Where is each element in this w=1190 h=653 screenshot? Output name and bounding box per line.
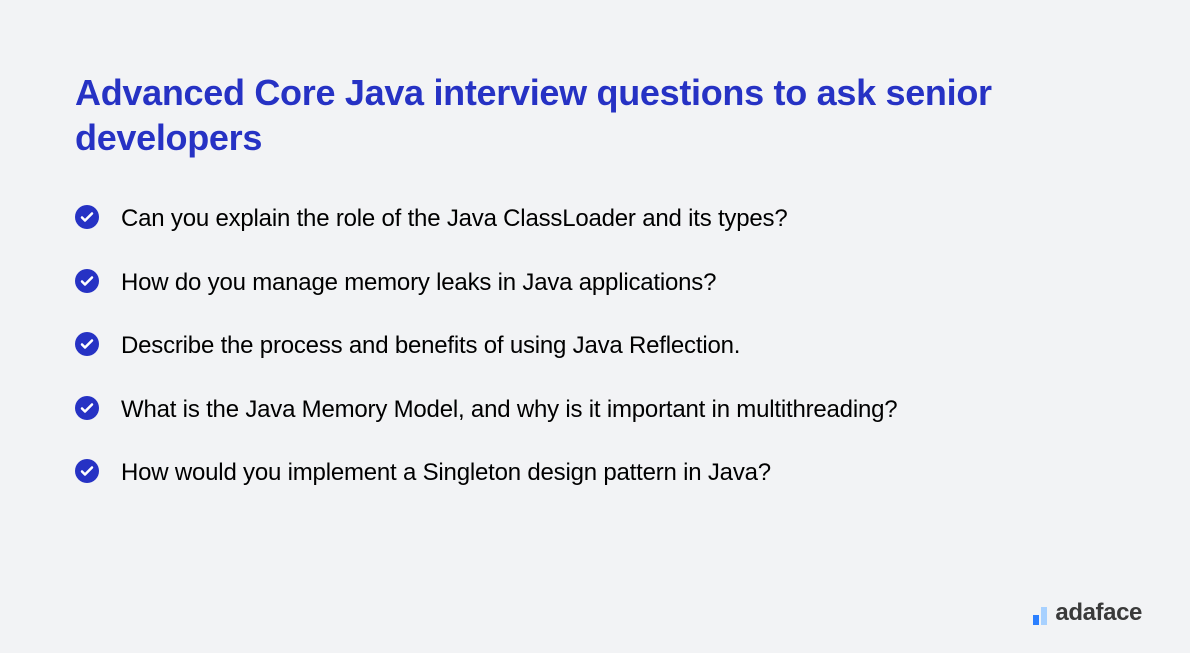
question-item: How do you manage memory leaks in Java a… (75, 266, 1115, 300)
check-circle-icon (75, 205, 99, 229)
questions-list: Can you explain the role of the Java Cla… (75, 202, 1115, 490)
check-circle-icon (75, 332, 99, 356)
question-item: What is the Java Memory Model, and why i… (75, 393, 1115, 427)
logo-text: adaface (1055, 601, 1142, 625)
check-circle-icon (75, 396, 99, 420)
question-item: Describe the process and benefits of usi… (75, 329, 1115, 363)
check-circle-icon (75, 269, 99, 293)
question-item: Can you explain the role of the Java Cla… (75, 202, 1115, 236)
question-text: How would you implement a Singleton desi… (121, 456, 771, 490)
question-text: How do you manage memory leaks in Java a… (121, 266, 716, 300)
question-text: What is the Java Memory Model, and why i… (121, 393, 897, 427)
logo-bars-icon (1033, 601, 1047, 625)
question-text: Can you explain the role of the Java Cla… (121, 202, 787, 236)
page-title: Advanced Core Java interview questions t… (75, 70, 1115, 160)
question-text: Describe the process and benefits of usi… (121, 329, 740, 363)
brand-logo: adaface (1033, 601, 1142, 625)
check-circle-icon (75, 459, 99, 483)
question-item: How would you implement a Singleton desi… (75, 456, 1115, 490)
